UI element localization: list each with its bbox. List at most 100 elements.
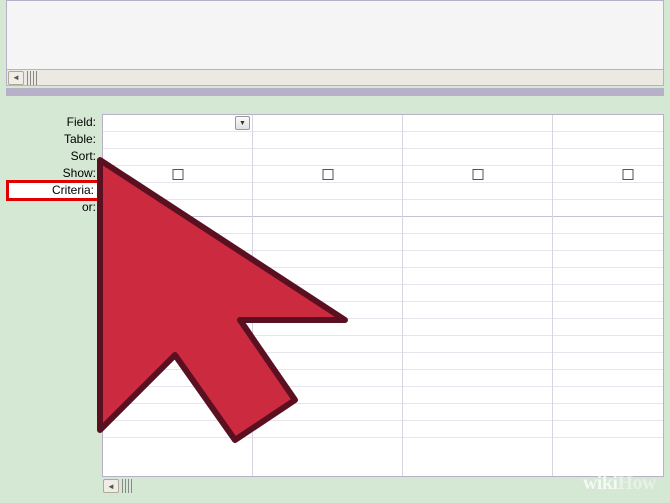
blank-row[interactable] xyxy=(403,268,552,285)
blank-row[interactable] xyxy=(403,234,552,251)
blank-row[interactable] xyxy=(403,404,552,421)
blank-row[interactable] xyxy=(553,251,664,268)
table-cell[interactable] xyxy=(553,132,664,149)
lower-scrollbar[interactable]: ◄ xyxy=(102,478,134,494)
show-cell[interactable] xyxy=(403,166,552,183)
blank-row[interactable] xyxy=(403,217,552,234)
show-cell[interactable] xyxy=(103,166,252,183)
show-checkbox[interactable] xyxy=(322,169,333,180)
blank-row[interactable] xyxy=(553,404,664,421)
blank-row[interactable] xyxy=(403,251,552,268)
blank-row[interactable] xyxy=(253,370,402,387)
blank-row[interactable] xyxy=(253,251,402,268)
scroll-left-icon[interactable]: ◄ xyxy=(103,479,119,493)
blank-row[interactable] xyxy=(553,217,664,234)
watermark-suffix: How xyxy=(618,472,657,494)
blank-row[interactable] xyxy=(403,336,552,353)
criteria-cell[interactable] xyxy=(553,183,664,200)
blank-row[interactable] xyxy=(103,268,252,285)
blank-row[interactable] xyxy=(103,302,252,319)
scroll-grip-icon[interactable] xyxy=(27,71,39,85)
upper-scrollbar[interactable]: ◄ xyxy=(7,69,663,85)
field-cell[interactable] xyxy=(403,115,552,132)
scroll-left-icon[interactable]: ◄ xyxy=(8,71,24,85)
show-checkbox[interactable] xyxy=(472,169,483,180)
blank-row[interactable] xyxy=(103,421,252,438)
sort-cell[interactable] xyxy=(403,149,552,166)
blank-row[interactable] xyxy=(253,336,402,353)
blank-row[interactable] xyxy=(553,353,664,370)
show-cell[interactable] xyxy=(253,166,402,183)
row-labels-column: Field: Table: Sort: Show: Criteria: or: xyxy=(6,114,102,216)
watermark: wikiHow xyxy=(583,472,656,495)
grid-column[interactable] xyxy=(253,115,403,476)
blank-row[interactable] xyxy=(253,387,402,404)
blank-row[interactable] xyxy=(403,353,552,370)
blank-row[interactable] xyxy=(403,285,552,302)
criteria-label: Criteria: xyxy=(6,180,100,201)
scroll-grip-icon[interactable] xyxy=(122,479,134,493)
blank-row[interactable] xyxy=(553,285,664,302)
blank-row[interactable] xyxy=(553,421,664,438)
sort-cell[interactable] xyxy=(103,149,252,166)
table-label: Table: xyxy=(6,131,102,148)
blank-row[interactable] xyxy=(103,217,252,234)
blank-row[interactable] xyxy=(403,302,552,319)
blank-row[interactable] xyxy=(253,302,402,319)
table-cell[interactable] xyxy=(403,132,552,149)
blank-row[interactable] xyxy=(553,302,664,319)
field-cell[interactable]: ▼ xyxy=(103,115,252,132)
field-cell[interactable] xyxy=(553,115,664,132)
grid-column[interactable]: ▼ xyxy=(103,115,253,476)
sort-cell[interactable] xyxy=(553,149,664,166)
or-cell[interactable] xyxy=(553,200,664,217)
or-cell[interactable] xyxy=(403,200,552,217)
or-cell[interactable] xyxy=(103,200,252,217)
blank-row[interactable] xyxy=(103,251,252,268)
blank-row[interactable] xyxy=(253,268,402,285)
sort-label: Sort: xyxy=(6,148,102,165)
table-cell[interactable] xyxy=(253,132,402,149)
upper-design-pane: ◄ xyxy=(6,0,664,86)
blank-row[interactable] xyxy=(253,285,402,302)
blank-row[interactable] xyxy=(103,319,252,336)
blank-row[interactable] xyxy=(103,234,252,251)
criteria-cell[interactable] xyxy=(403,183,552,200)
chevron-down-icon[interactable]: ▼ xyxy=(235,116,250,130)
blank-row[interactable] xyxy=(553,370,664,387)
blank-row[interactable] xyxy=(553,387,664,404)
blank-row[interactable] xyxy=(253,319,402,336)
show-checkbox[interactable] xyxy=(172,169,183,180)
or-cell[interactable] xyxy=(253,200,402,217)
blank-row[interactable] xyxy=(553,319,664,336)
blank-row[interactable] xyxy=(403,370,552,387)
show-cell[interactable] xyxy=(553,166,664,183)
show-checkbox[interactable] xyxy=(622,169,633,180)
blank-row[interactable] xyxy=(253,404,402,421)
table-cell[interactable] xyxy=(103,132,252,149)
blank-row[interactable] xyxy=(403,387,552,404)
blank-row[interactable] xyxy=(253,353,402,370)
sort-cell[interactable] xyxy=(253,149,402,166)
blank-row[interactable] xyxy=(253,217,402,234)
blank-row[interactable] xyxy=(553,234,664,251)
blank-row[interactable] xyxy=(553,268,664,285)
blank-row[interactable] xyxy=(403,421,552,438)
blank-row[interactable] xyxy=(103,336,252,353)
query-grid[interactable]: ▼ xyxy=(102,114,664,477)
blank-row[interactable] xyxy=(253,421,402,438)
grid-column[interactable] xyxy=(403,115,553,476)
criteria-cell[interactable] xyxy=(253,183,402,200)
blank-row[interactable] xyxy=(403,319,552,336)
blank-row[interactable] xyxy=(103,285,252,302)
grid-column[interactable] xyxy=(553,115,664,476)
blank-row[interactable] xyxy=(103,370,252,387)
blank-row[interactable] xyxy=(103,353,252,370)
blank-row[interactable] xyxy=(103,404,252,421)
blank-row[interactable] xyxy=(253,234,402,251)
blank-row[interactable] xyxy=(553,336,664,353)
criteria-cell[interactable] xyxy=(103,183,252,200)
pane-splitter[interactable] xyxy=(6,88,664,96)
field-cell[interactable] xyxy=(253,115,402,132)
blank-row[interactable] xyxy=(103,387,252,404)
